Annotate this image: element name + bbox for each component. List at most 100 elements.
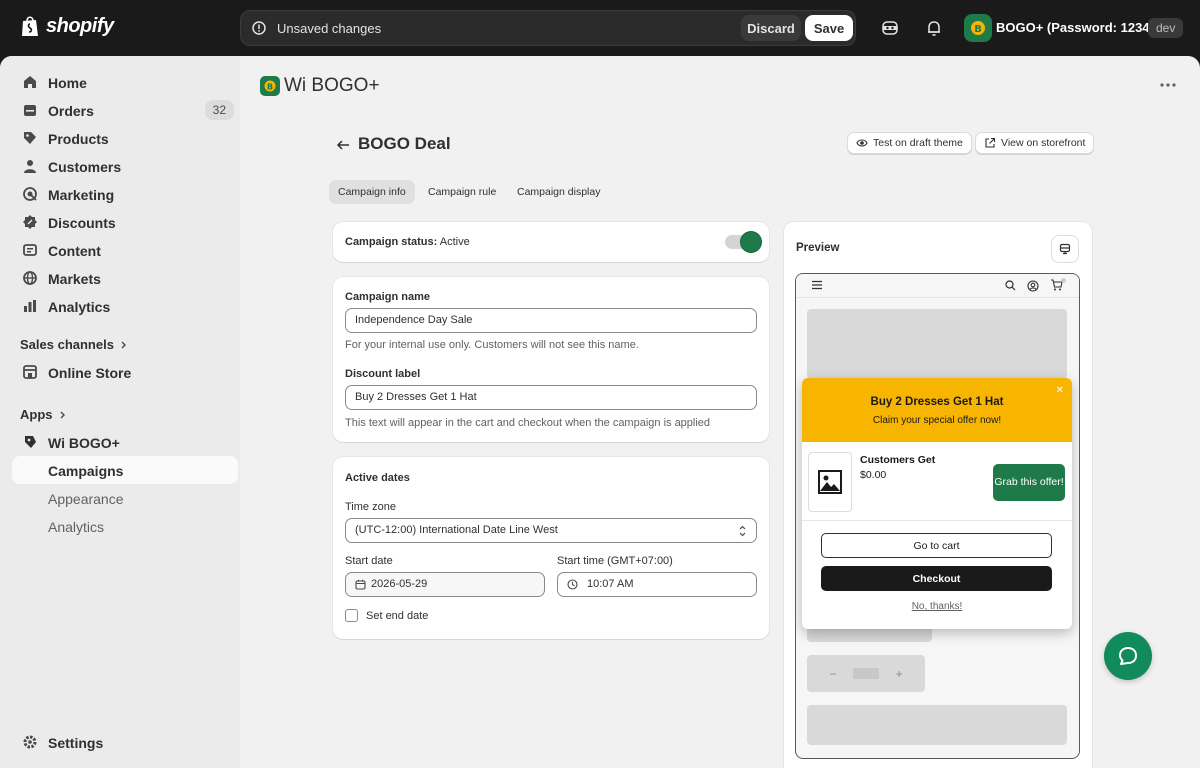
product-label: Customers Get xyxy=(860,454,936,466)
sidebar-item-app-analytics[interactable]: Analytics xyxy=(12,512,238,540)
app-logo-icon: B xyxy=(260,76,280,96)
device-toggle-button[interactable] xyxy=(1051,235,1079,263)
chat-bubble-icon xyxy=(1119,647,1137,665)
sidebar-item-label: Analytics xyxy=(48,519,105,535)
no-thanks-link[interactable]: No, thanks! xyxy=(802,601,1072,612)
admin-frame: Home Orders 32 Products Customers Market… xyxy=(0,56,1200,768)
store-name[interactable]: BOGO+ (Password: 1234) xyxy=(996,20,1154,35)
sidebar-item-wi-bogo[interactable]: Wi BOGO+ xyxy=(12,428,238,456)
chart-icon xyxy=(24,300,36,312)
search-icon xyxy=(1005,280,1016,291)
tag-icon xyxy=(24,132,36,144)
sidebar-item-customers[interactable]: Customers xyxy=(12,152,238,180)
sidebar-item-label: Marketing xyxy=(48,187,115,203)
clock-icon xyxy=(567,579,578,590)
tab-campaign-info[interactable]: Campaign info xyxy=(329,180,415,204)
sidebar-item-label: Products xyxy=(48,131,109,147)
sidebar-item-label: Customers xyxy=(48,159,122,175)
page-title: BOGO Deal xyxy=(358,134,451,153)
grab-offer-button[interactable]: Grab this offer! xyxy=(993,464,1065,501)
bogo-offer-popup: ✕ Buy 2 Dresses Get 1 Hat Claim your spe… xyxy=(802,378,1072,629)
bell-icon[interactable] xyxy=(924,18,944,38)
start-time-label: Start time (GMT+07:00) xyxy=(557,555,673,567)
svg-text:B: B xyxy=(974,24,982,35)
app-title: Wi BOGO+ xyxy=(284,75,380,96)
sidebar-item-markets[interactable]: Markets xyxy=(12,264,238,292)
sidebar-item-marketing[interactable]: Marketing xyxy=(12,180,238,208)
globe-icon xyxy=(23,271,37,285)
start-time-input[interactable]: 10:07 AM xyxy=(557,572,757,597)
set-end-date-label: Set end date xyxy=(366,610,429,622)
campaign-name-input[interactable]: Independence Day Sale xyxy=(345,308,757,333)
target-icon xyxy=(23,187,37,201)
sidebar-item-campaigns[interactable]: Campaigns xyxy=(12,456,238,484)
campaign-name-card: Campaign name Independence Day Sale For … xyxy=(333,277,769,442)
placeholder-block xyxy=(807,309,1067,379)
test-draft-theme-label: Test on draft theme xyxy=(873,137,963,149)
person-icon xyxy=(24,160,36,173)
sidebar-item-label: Content xyxy=(48,243,101,259)
campaign-name-label: Campaign name xyxy=(345,291,430,303)
sidebar-item-label: Wi BOGO+ xyxy=(48,435,120,451)
sidebar-item-orders[interactable]: Orders 32 xyxy=(12,96,238,124)
sidebar-item-label: Online Store xyxy=(48,365,132,381)
close-icon[interactable]: ✕ xyxy=(1056,385,1064,396)
top-bar: shopify Unsaved changes Discard Save B B… xyxy=(0,0,1200,56)
campaign-status-toggle[interactable] xyxy=(725,232,761,252)
test-draft-theme-button[interactable]: Test on draft theme xyxy=(847,132,972,154)
env-badge: dev xyxy=(1148,18,1184,38)
chevron-right-icon xyxy=(60,411,65,418)
sidebar-item-discounts[interactable]: Discounts xyxy=(12,208,238,236)
discount-label-label: Discount label xyxy=(345,368,421,380)
sales-channels-heading[interactable]: Sales channels xyxy=(20,337,128,352)
checkout-button[interactable]: Checkout xyxy=(821,566,1052,591)
sidebar-item-settings[interactable]: Settings xyxy=(12,728,238,756)
sidebar-item-appearance[interactable]: Appearance xyxy=(12,484,238,512)
tab-campaign-rule[interactable]: Campaign rule xyxy=(419,180,505,204)
discard-button[interactable]: Discard xyxy=(741,15,801,41)
back-arrow-icon[interactable] xyxy=(336,138,350,152)
chat-support-button[interactable] xyxy=(1104,632,1152,680)
campaign-name-help: For your internal use only. Customers wi… xyxy=(345,339,639,351)
app-header: B Wi BOGO+ xyxy=(240,56,1200,114)
qty-value-placeholder xyxy=(853,668,879,679)
external-link-icon xyxy=(985,137,996,148)
sidebar-item-label: Analytics xyxy=(48,299,111,315)
sidebar-item-label: Discounts xyxy=(48,215,116,231)
save-button[interactable]: Save xyxy=(805,15,853,41)
sidebar: Home Orders 32 Products Customers Market… xyxy=(0,56,240,768)
sidekick-icon[interactable] xyxy=(880,18,900,38)
tab-campaign-display[interactable]: Campaign display xyxy=(508,180,609,204)
storefront-icon xyxy=(23,365,37,379)
set-end-date-checkbox[interactable] xyxy=(345,609,358,622)
popup-divider xyxy=(802,520,1072,521)
apps-heading[interactable]: Apps xyxy=(20,407,67,422)
eye-icon xyxy=(856,139,868,147)
shopify-bag-icon xyxy=(22,16,38,36)
sidebar-item-content[interactable]: Content xyxy=(12,236,238,264)
svg-text:B: B xyxy=(267,83,273,92)
quantity-stepper: − + xyxy=(807,655,925,692)
sidebar-item-home[interactable]: Home xyxy=(12,68,238,96)
start-date-input[interactable]: 2026-05-29 xyxy=(345,572,545,597)
popup-header: ✕ Buy 2 Dresses Get 1 Hat Claim your spe… xyxy=(802,378,1072,442)
timezone-select[interactable]: (UTC-12:00) International Date Line West xyxy=(345,518,757,543)
sidebar-item-online-store[interactable]: Online Store xyxy=(12,358,238,386)
go-to-cart-button[interactable]: Go to cart xyxy=(821,533,1052,558)
campaign-status-card: Campaign status: Active xyxy=(333,222,769,262)
sidebar-item-analytics[interactable]: Analytics xyxy=(12,292,238,320)
sidebar-item-label: Orders xyxy=(48,103,94,119)
apps-label: Apps xyxy=(20,407,53,422)
shopify-logo[interactable]: shopify xyxy=(20,14,114,38)
more-actions-icon[interactable] xyxy=(1160,83,1176,87)
store-avatar[interactable]: B xyxy=(964,14,992,42)
view-storefront-button[interactable]: View on storefront xyxy=(975,132,1095,154)
preview-card: Preview − + ✕ Buy 2 Dresses Get 1 Hat Cl… xyxy=(784,222,1092,768)
preview-title: Preview xyxy=(796,242,840,254)
bogo-app-icon xyxy=(25,436,36,448)
toggle-knob xyxy=(741,232,761,252)
chevron-right-icon xyxy=(121,341,126,348)
image-icon xyxy=(818,470,842,494)
sidebar-item-products[interactable]: Products xyxy=(12,124,238,152)
discount-label-input[interactable]: Buy 2 Dresses Get 1 Hat xyxy=(345,385,757,410)
